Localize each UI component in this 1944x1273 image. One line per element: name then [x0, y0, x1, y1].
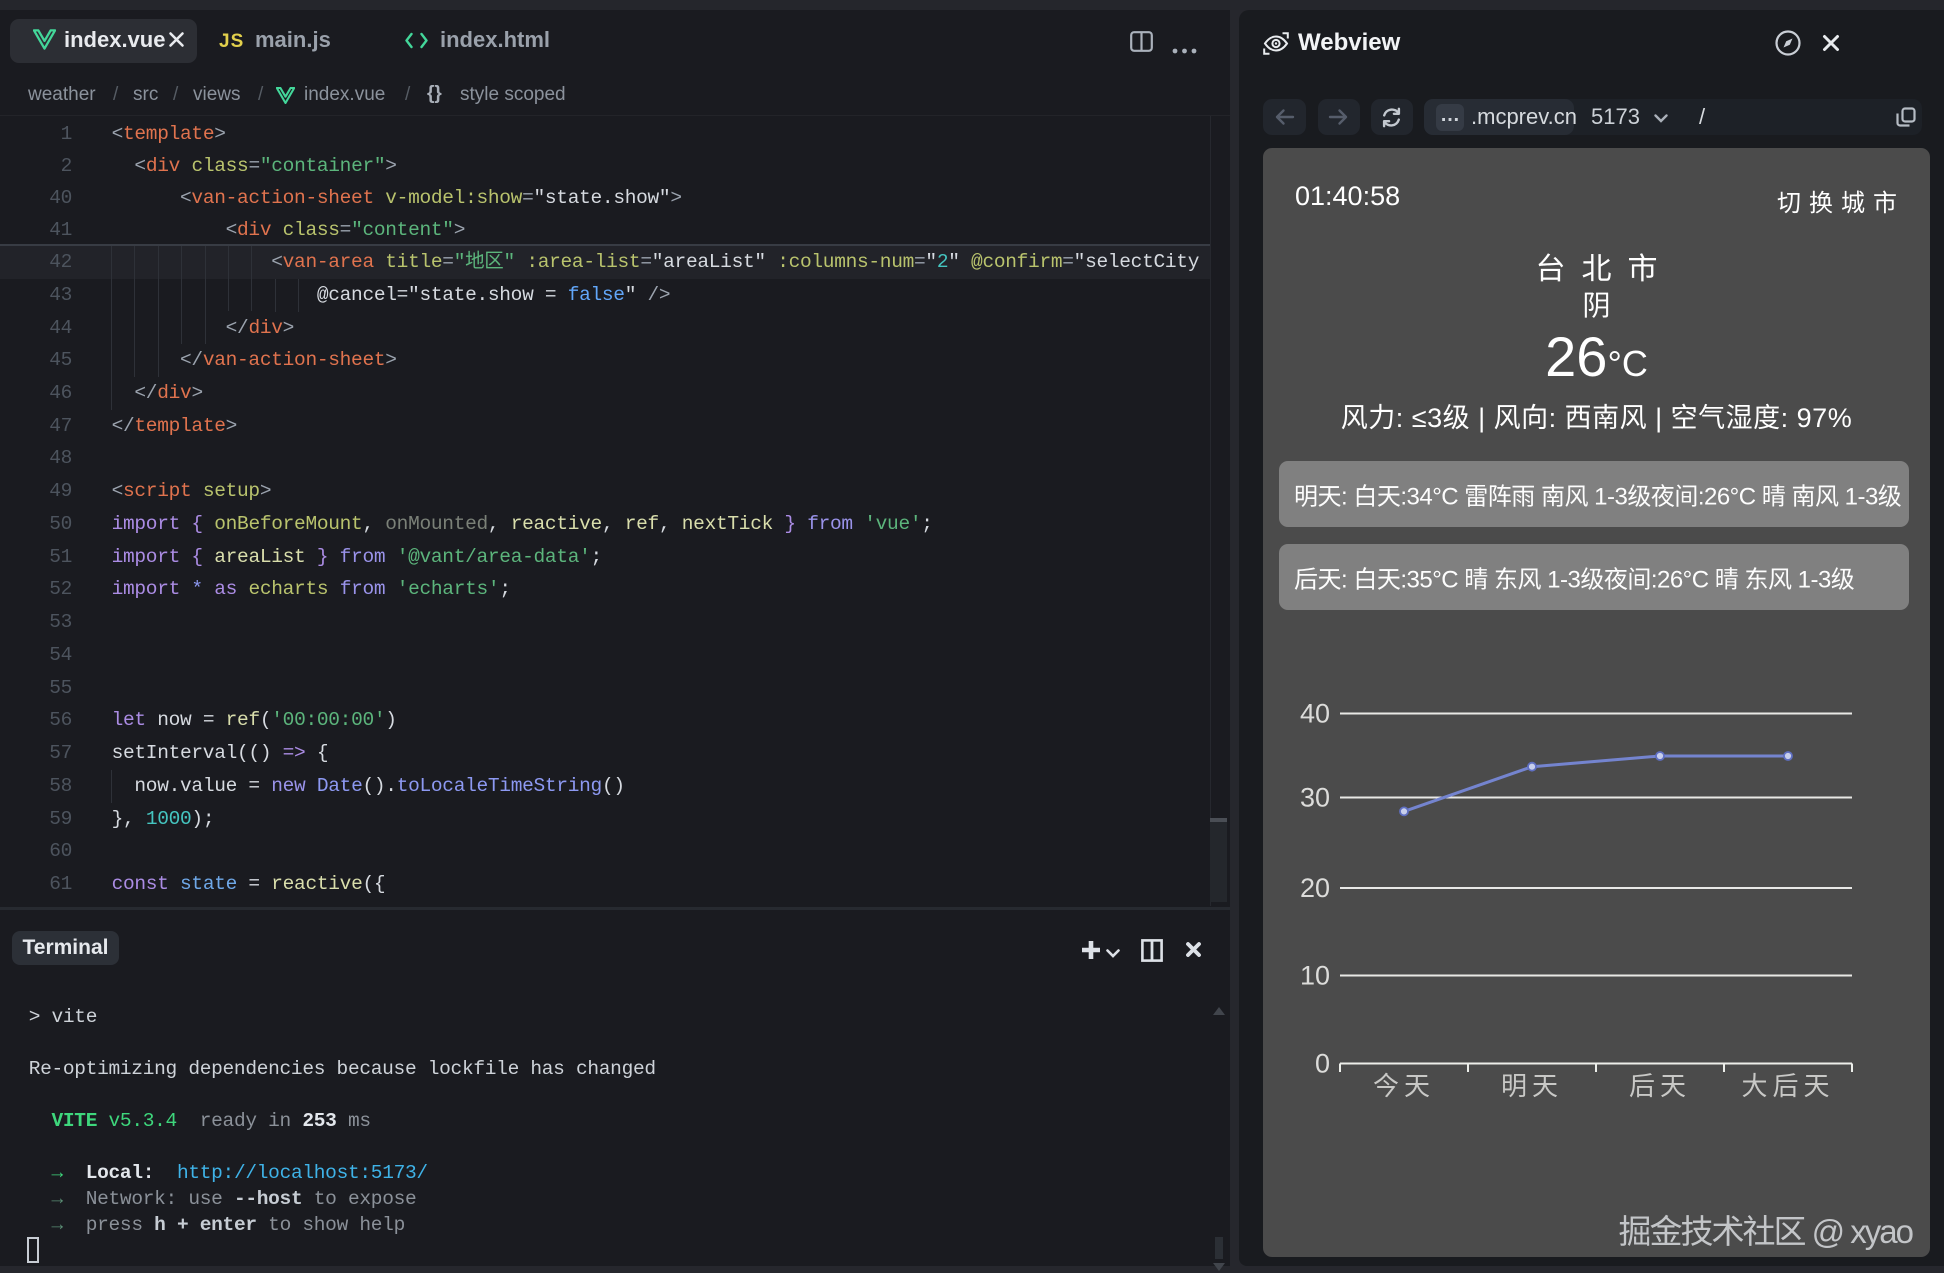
svg-text:今天: 今天	[1373, 1071, 1435, 1101]
svg-text:大后天: 大后天	[1741, 1071, 1834, 1101]
svg-text:明天: 明天	[1501, 1071, 1563, 1101]
svg-text:20: 20	[1300, 873, 1330, 903]
svg-text:30: 30	[1300, 782, 1330, 812]
svg-text:10: 10	[1300, 960, 1330, 990]
svg-text:0: 0	[1315, 1048, 1330, 1078]
svg-text:后天: 后天	[1629, 1071, 1691, 1101]
svg-text:40: 40	[1300, 698, 1330, 728]
